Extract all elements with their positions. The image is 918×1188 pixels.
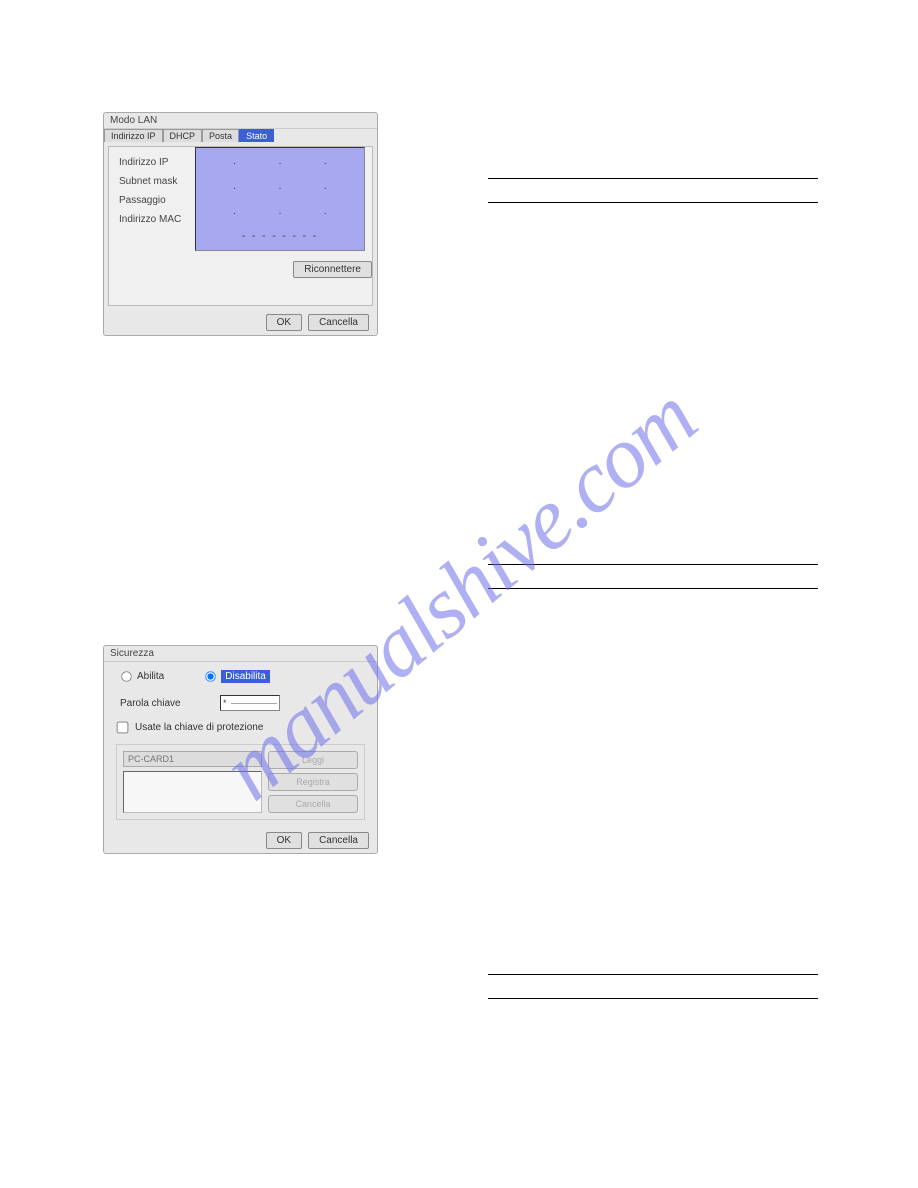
dot: .	[279, 181, 282, 192]
ip-value-row: . . .	[212, 156, 348, 167]
radio-enable-input[interactable]	[121, 671, 131, 681]
key-buttons: Leggi Registra Cancella	[268, 751, 358, 813]
tab-posta[interactable]: Posta	[202, 129, 239, 142]
dot: .	[324, 181, 327, 192]
label-mac: Indirizzo MAC	[119, 214, 199, 225]
dot: .	[233, 156, 236, 167]
password-label: Parola chiave	[120, 698, 200, 709]
register-button[interactable]: Registra	[268, 773, 358, 791]
divider	[488, 974, 818, 975]
dot: .	[324, 206, 327, 217]
tab-dhcp[interactable]: DHCP	[163, 129, 203, 142]
use-key-label: Usate la chiave di protezione	[135, 722, 263, 733]
tab-bar: Indirizzo IP DHCP Posta Stato	[104, 129, 377, 142]
reconnect-row: Riconnettere	[293, 261, 372, 278]
dialog1-footer: OK Cancella	[104, 310, 377, 335]
dot: .	[324, 156, 327, 167]
radio-disable-input[interactable]	[206, 671, 216, 681]
read-button[interactable]: Leggi	[268, 751, 358, 769]
subnet-value-row: . . .	[212, 181, 348, 192]
divider	[488, 588, 818, 589]
cancel-button[interactable]: Cancella	[308, 314, 369, 331]
reconnect-button[interactable]: Riconnettere	[293, 261, 372, 278]
radio-disable-label: Disabilita	[221, 670, 270, 683]
use-key-row: Usate la chiave di protezione	[104, 715, 377, 740]
tab-ip[interactable]: Indirizzo IP	[104, 129, 163, 142]
cancel-button[interactable]: Cancella	[308, 832, 369, 849]
key-panel: Leggi Registra Cancella	[116, 744, 365, 820]
divider	[488, 202, 818, 203]
ok-button[interactable]: OK	[266, 314, 302, 331]
mac-value: - - - - - - - -	[212, 231, 348, 242]
radio-enable-label: Abilita	[137, 671, 164, 682]
dialog2-footer: OK Cancella	[104, 828, 377, 853]
password-value: *	[223, 698, 227, 708]
radio-enable[interactable]: Abilita	[120, 670, 164, 683]
lan-mode-dialog: Modo LAN Indirizzo IP DHCP Posta Stato I…	[103, 112, 378, 336]
gateway-value-row: . . .	[212, 206, 348, 217]
dot: .	[233, 181, 236, 192]
password-input[interactable]: *	[220, 695, 280, 711]
dot: .	[233, 206, 236, 217]
ok-button[interactable]: OK	[266, 832, 302, 849]
label-ip: Indirizzo IP	[119, 157, 199, 168]
divider	[488, 564, 818, 565]
ip-display-box: . . . . . . . . . - - - - - - - -	[195, 147, 365, 251]
radio-disable[interactable]: Disabilita	[204, 670, 270, 683]
delete-button[interactable]: Cancella	[268, 795, 358, 813]
dot: .	[279, 206, 282, 217]
key-list	[123, 771, 262, 813]
divider	[488, 178, 818, 179]
radio-group: Abilita Disabilita	[104, 662, 377, 691]
password-underline	[231, 703, 277, 704]
status-panel: Indirizzo IP Subnet mask Passaggio Indir…	[108, 146, 373, 306]
security-dialog: Sicurezza Abilita Disabilita Parola chia…	[103, 645, 378, 854]
key-input	[123, 751, 262, 767]
use-key-checkbox[interactable]	[117, 722, 129, 734]
label-gateway: Passaggio	[119, 195, 199, 206]
dialog-title: Modo LAN	[104, 113, 377, 129]
label-subnet: Subnet mask	[119, 176, 199, 187]
dialog-title: Sicurezza	[104, 646, 377, 662]
password-row: Parola chiave *	[104, 691, 377, 715]
divider	[488, 998, 818, 999]
tab-stato[interactable]: Stato	[239, 129, 274, 142]
dot: .	[279, 156, 282, 167]
